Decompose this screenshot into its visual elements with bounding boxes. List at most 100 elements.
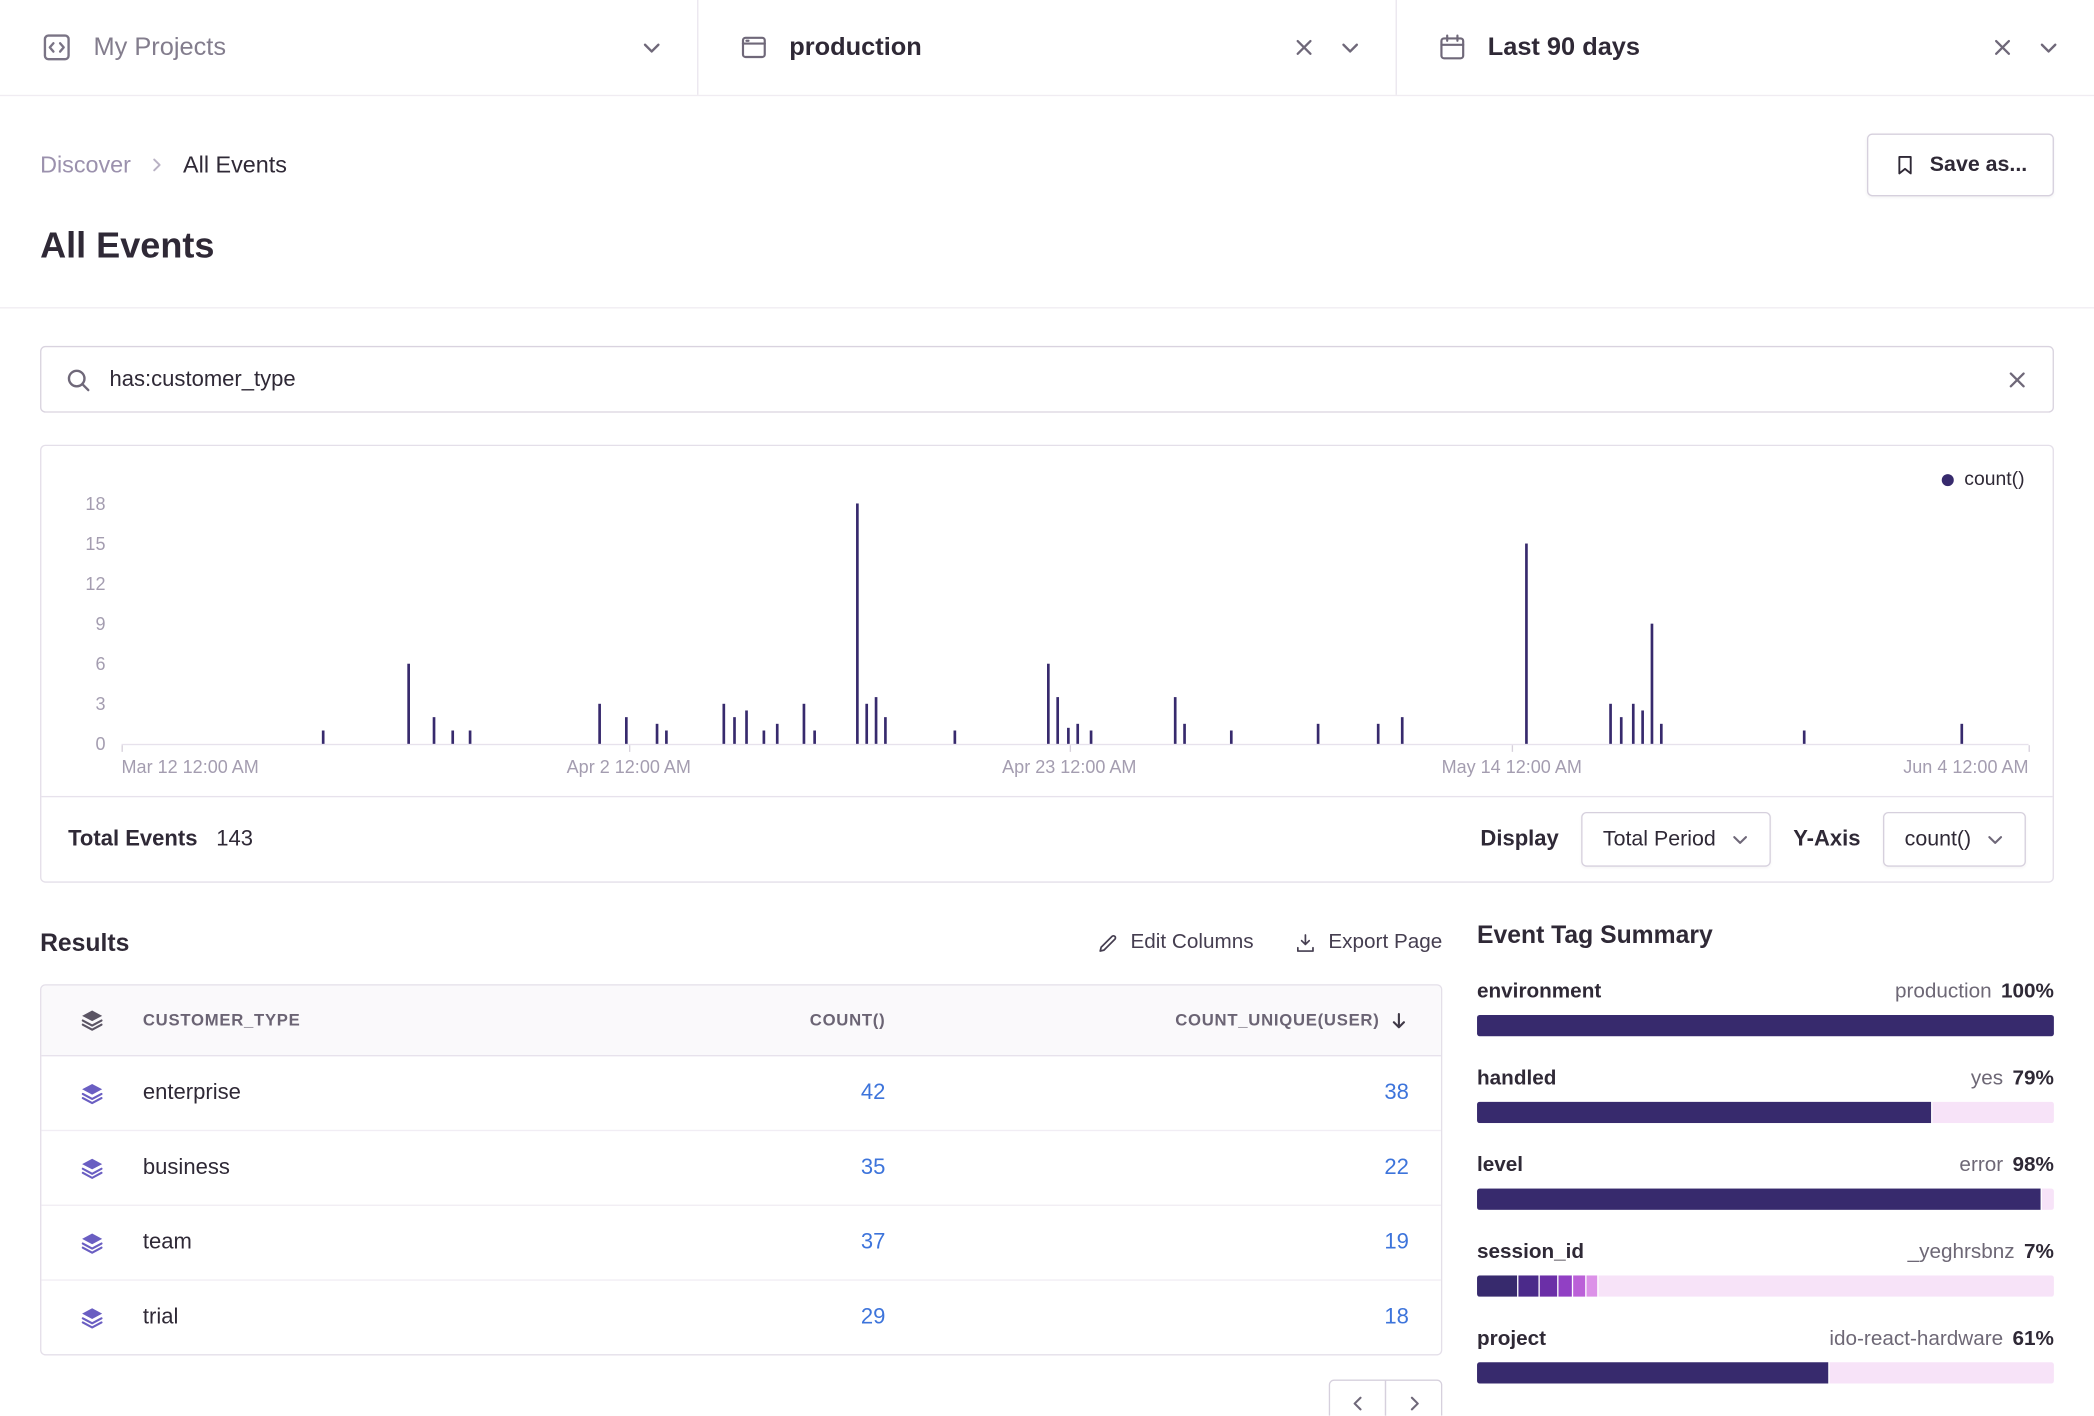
- chart-bar[interactable]: [322, 730, 325, 743]
- count-cell[interactable]: 42: [618, 1080, 885, 1105]
- chart-bar[interactable]: [1046, 664, 1049, 744]
- chart-bar[interactable]: [1090, 730, 1093, 743]
- chevron-down-icon[interactable]: [641, 37, 662, 58]
- previous-page-button[interactable]: [1329, 1380, 1386, 1416]
- project-selector[interactable]: My Projects: [0, 0, 697, 95]
- next-page-button[interactable]: [1385, 1380, 1442, 1416]
- tag-bar-segment[interactable]: [2042, 1189, 2053, 1210]
- chart-bar[interactable]: [625, 717, 628, 744]
- column-header-customer-type[interactable]: CUSTOMER_TYPE: [143, 1011, 618, 1030]
- chart-bar[interactable]: [408, 664, 411, 744]
- chevron-down-icon[interactable]: [2038, 37, 2059, 58]
- tag-distribution-bar[interactable]: [1477, 1102, 2054, 1123]
- chart-bar[interactable]: [1067, 728, 1070, 744]
- chart-bar[interactable]: [1641, 710, 1644, 743]
- tag-bar-segment[interactable]: [1933, 1102, 2054, 1123]
- chart-bar[interactable]: [1077, 724, 1080, 744]
- table-row[interactable]: team3719: [41, 1205, 1441, 1280]
- results-table-body: enterprise4238business3522team3719trial2…: [41, 1056, 1441, 1354]
- count-cell[interactable]: 35: [618, 1155, 885, 1180]
- date-range-selector[interactable]: Last 90 days: [1397, 0, 2094, 95]
- chart-bar[interactable]: [1056, 697, 1059, 744]
- chart-bar[interactable]: [1376, 724, 1379, 744]
- chart-bar[interactable]: [865, 704, 868, 744]
- chart-bar[interactable]: [598, 704, 601, 744]
- chart-bar[interactable]: [432, 717, 435, 744]
- tag-bar-segment[interactable]: [1829, 1362, 2053, 1383]
- save-as-button[interactable]: Save as...: [1867, 134, 2054, 197]
- chart-bar[interactable]: [1401, 717, 1404, 744]
- chevron-down-icon[interactable]: [1339, 37, 1360, 58]
- tag-bar-segment[interactable]: [1518, 1275, 1538, 1296]
- column-header-count-unique[interactable]: COUNT_UNIQUE(USER): [885, 1010, 1409, 1030]
- close-icon[interactable]: [1991, 36, 2014, 59]
- chart-bar[interactable]: [451, 730, 454, 743]
- bookmark-icon: [1894, 154, 1917, 177]
- chart-bar[interactable]: [1620, 717, 1623, 744]
- chart-bar[interactable]: [734, 717, 737, 744]
- chart-bar[interactable]: [814, 730, 817, 743]
- chart-bar[interactable]: [884, 717, 887, 744]
- tag-bar-segment[interactable]: [1477, 1102, 1932, 1123]
- main-content: has:customer_type count() 0369121518 Mar…: [0, 346, 2094, 1416]
- chart-bar[interactable]: [1632, 704, 1635, 744]
- tag-bar-segment[interactable]: [1573, 1275, 1584, 1296]
- chart-bar[interactable]: [1804, 730, 1807, 743]
- chart-bar[interactable]: [856, 503, 859, 743]
- chart-bar[interactable]: [722, 704, 725, 744]
- tag-bar-segment[interactable]: [1477, 1015, 2054, 1036]
- chart-bar[interactable]: [1960, 724, 1963, 744]
- breadcrumb-discover[interactable]: Discover: [40, 151, 131, 179]
- export-page-button[interactable]: Export Page: [1294, 931, 1443, 955]
- chart-bar[interactable]: [665, 730, 668, 743]
- chart-bar[interactable]: [469, 730, 472, 743]
- chart-legend[interactable]: count(): [1942, 469, 2025, 490]
- clear-search-icon[interactable]: [2006, 368, 2029, 391]
- y-axis-dropdown[interactable]: count(): [1883, 812, 2026, 867]
- tag-bar-segment[interactable]: [1599, 1275, 2054, 1296]
- tag-name: level: [1477, 1154, 1523, 1178]
- count-unique-cell[interactable]: 38: [885, 1080, 1409, 1105]
- chart-bar[interactable]: [1174, 697, 1177, 744]
- chart-bar[interactable]: [776, 724, 779, 744]
- chart-bar[interactable]: [745, 710, 748, 743]
- display-dropdown[interactable]: Total Period: [1582, 812, 1771, 867]
- chart-bar[interactable]: [1229, 730, 1232, 743]
- tag-distribution-bar[interactable]: [1477, 1015, 2054, 1036]
- tag-bar-segment[interactable]: [1477, 1362, 1828, 1383]
- environment-selector[interactable]: production: [698, 0, 1395, 95]
- chart-bar[interactable]: [802, 704, 805, 744]
- tag-bar-segment[interactable]: [1586, 1275, 1597, 1296]
- chart-bar[interactable]: [1660, 724, 1663, 744]
- close-icon[interactable]: [1293, 36, 1316, 59]
- edit-columns-button[interactable]: Edit Columns: [1096, 931, 1254, 955]
- tag-distribution-bar[interactable]: [1477, 1275, 2054, 1296]
- tag-bar-segment[interactable]: [1477, 1189, 2041, 1210]
- tag-distribution-bar[interactable]: [1477, 1362, 2054, 1383]
- tag-distribution-bar[interactable]: [1477, 1189, 2054, 1210]
- table-row[interactable]: business3522: [41, 1130, 1441, 1205]
- table-row[interactable]: enterprise4238: [41, 1056, 1441, 1129]
- chart-bar[interactable]: [1525, 544, 1528, 744]
- chart-bar[interactable]: [1609, 704, 1612, 744]
- table-row[interactable]: trial2918: [41, 1279, 1441, 1354]
- tag-bar-segment[interactable]: [1558, 1275, 1572, 1296]
- search-bar[interactable]: has:customer_type: [40, 346, 2054, 413]
- y-axis-label: Y-Axis: [1793, 827, 1860, 852]
- chart-bar[interactable]: [655, 724, 658, 744]
- chart-bar[interactable]: [1184, 724, 1187, 744]
- chart-bar[interactable]: [762, 730, 765, 743]
- chart-bar[interactable]: [875, 697, 878, 744]
- column-header-count[interactable]: COUNT(): [618, 1011, 885, 1030]
- tag-bar-segment[interactable]: [1477, 1275, 1517, 1296]
- count-unique-cell[interactable]: 19: [885, 1230, 1409, 1255]
- search-input[interactable]: has:customer_type: [110, 367, 1988, 392]
- chart-bar[interactable]: [1317, 724, 1320, 744]
- count-unique-cell[interactable]: 18: [885, 1305, 1409, 1330]
- count-cell[interactable]: 37: [618, 1230, 885, 1255]
- chart-bar[interactable]: [953, 730, 956, 743]
- chart-bar[interactable]: [1651, 624, 1654, 744]
- tag-bar-segment[interactable]: [1539, 1275, 1556, 1296]
- count-unique-cell[interactable]: 22: [885, 1155, 1409, 1180]
- count-cell[interactable]: 29: [618, 1305, 885, 1330]
